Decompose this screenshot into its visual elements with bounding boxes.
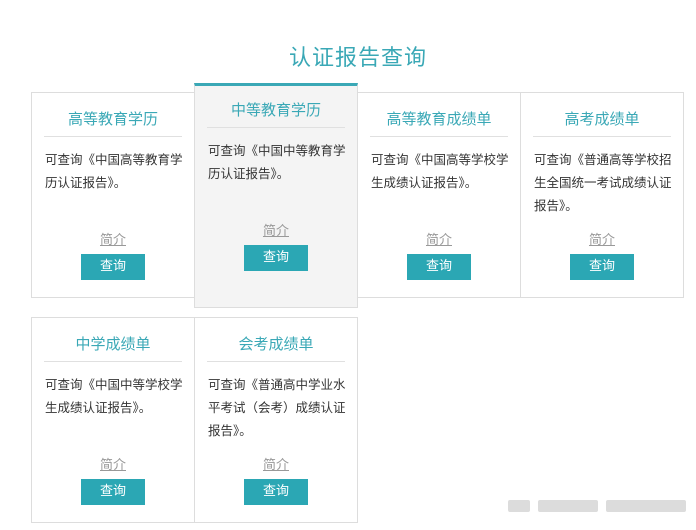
card-middle-school-transcript: 中学成绩单 可查询《中国中等学校学生成绩认证报告》。 简介 查询 (31, 317, 195, 523)
watermark-logo (508, 500, 530, 512)
report-query-page: 认证报告查询 高等教育学历 可查询《中国高等教育学历认证报告》。 简介 查询 中… (0, 0, 696, 530)
card-description: 可查询《中国中等教育学历认证报告》。 (208, 143, 346, 181)
card-description: 可查询《普通高等学校招生全国统一考试成绩认证报告》。 (534, 152, 672, 213)
intro-link[interactable]: 简介 (195, 220, 357, 239)
card-higher-education-transcript: 高等教育成绩单 可查询《中国高等学校学生成绩认证报告》。 简介 查询 (357, 92, 521, 298)
watermark (508, 494, 692, 518)
card-title: 中学成绩单 (44, 328, 182, 362)
card-title: 高等教育成绩单 (370, 103, 508, 137)
watermark-text (606, 500, 686, 512)
watermark-text (538, 500, 598, 512)
card-higher-education-diploma: 高等教育学历 可查询《中国高等教育学历认证报告》。 简介 查询 (31, 92, 195, 298)
card-title: 高考成绩单 (533, 103, 671, 137)
query-button[interactable]: 查询 (244, 245, 308, 271)
query-button[interactable]: 查询 (244, 479, 308, 505)
query-button[interactable]: 查询 (81, 254, 145, 280)
page-title: 认证报告查询 (288, 46, 427, 71)
card-description: 可查询《中国高等教育学历认证报告》。 (45, 152, 183, 190)
intro-link[interactable]: 简介 (195, 454, 357, 473)
card-title: 中等教育学历 (207, 94, 345, 128)
query-button[interactable]: 查询 (407, 254, 471, 280)
card-description: 可查询《中国中等学校学生成绩认证报告》。 (45, 377, 183, 415)
card-title: 会考成绩单 (207, 328, 345, 362)
card-description: 可查询《中国高等学校学生成绩认证报告》。 (371, 152, 509, 190)
intro-link[interactable]: 简介 (32, 454, 194, 473)
query-button[interactable]: 查询 (81, 479, 145, 505)
card-secondary-education-diploma: 中等教育学历 可查询《中国中等教育学历认证报告》。 简介 查询 (194, 83, 358, 308)
query-button[interactable]: 查询 (570, 254, 634, 280)
intro-link[interactable]: 简介 (32, 229, 194, 248)
card-gaokao-transcript: 高考成绩单 可查询《普通高等学校招生全国统一考试成绩认证报告》。 简介 查询 (520, 92, 684, 298)
card-huikao-transcript: 会考成绩单 可查询《普通高中学业水平考试（会考）成绩认证报告》。 简介 查询 (194, 317, 358, 523)
card-description: 可查询《普通高中学业水平考试（会考）成绩认证报告》。 (208, 377, 346, 438)
card-title: 高等教育学历 (44, 103, 182, 137)
intro-link[interactable]: 简介 (358, 229, 520, 248)
intro-link[interactable]: 简介 (521, 229, 683, 248)
